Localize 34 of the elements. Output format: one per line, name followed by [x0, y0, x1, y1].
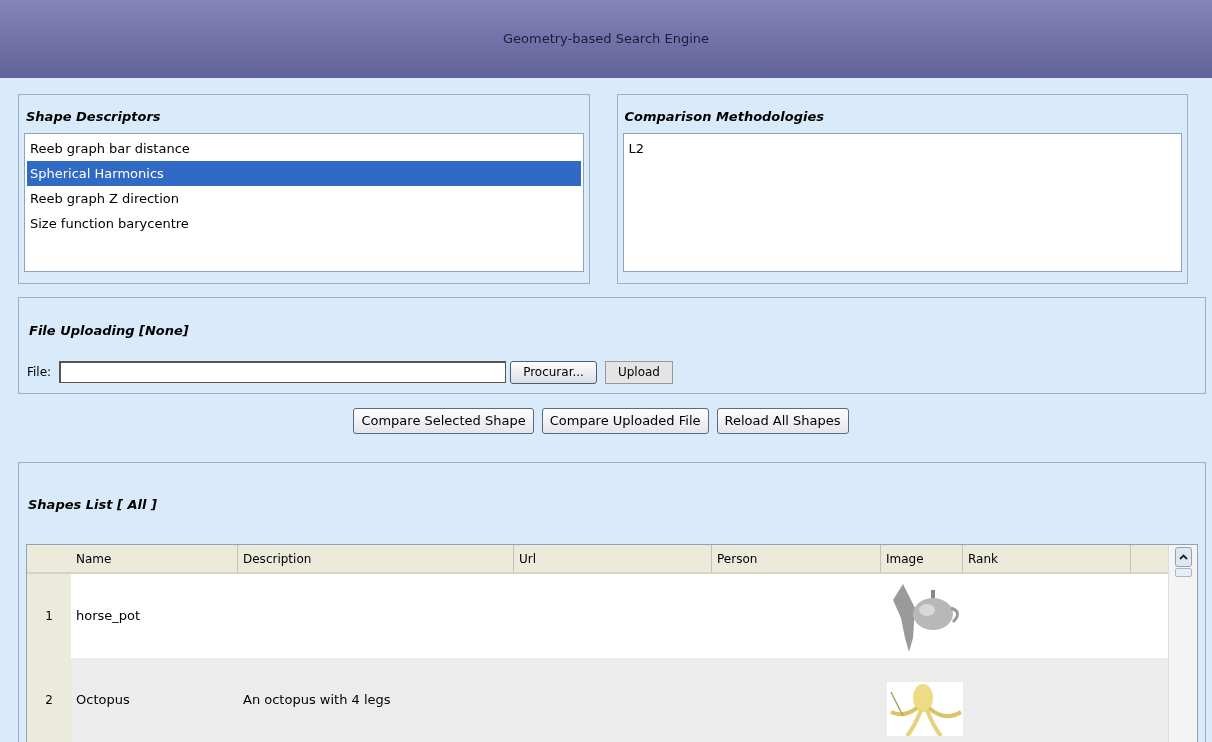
list-item[interactable]: Size function barycentre — [27, 210, 581, 236]
column-header[interactable]: Image — [881, 545, 963, 572]
table-cell-text: horse_pot — [75, 607, 142, 626]
scroll-thumb[interactable] — [1174, 568, 1192, 577]
action-button[interactable]: Reload All Shapes — [716, 407, 849, 434]
list-item[interactable]: Reeb graph Z direction — [27, 185, 581, 211]
action-button[interactable]: Compare Selected Shape — [353, 407, 534, 434]
panel-title: Shape Descriptors — [26, 108, 162, 126]
table-cell-text: An octopus with 4 legs — [242, 691, 392, 710]
field-label: File: — [27, 364, 52, 381]
scrollbar[interactable] — [1168, 545, 1197, 742]
page-title: Geometry-based Search Engine — [503, 30, 709, 49]
scroll-up-button[interactable] — [1174, 547, 1192, 567]
panel-title: Comparison Methodologies — [624, 108, 825, 126]
row-number: 2 — [27, 658, 71, 742]
column-header[interactable]: Description — [238, 545, 514, 572]
browse-button[interactable]: Procurar... — [510, 360, 597, 384]
row-number: 1 — [27, 574, 71, 658]
list-item[interactable]: L2 — [625, 135, 1179, 161]
table-cell-text: Octopus — [75, 691, 131, 710]
upload-button[interactable]: Upload — [604, 360, 673, 384]
column-header[interactable]: Rank — [963, 545, 1131, 572]
caret-up-icon — [1178, 554, 1188, 560]
column-header[interactable]: Name — [71, 545, 238, 572]
list-item[interactable]: Spherical Harmonics — [27, 160, 581, 186]
list-box[interactable]: L2 — [622, 132, 1182, 272]
panel-title: Shapes List [ All ] — [28, 495, 158, 514]
panel-title: File Uploading [None] — [29, 322, 190, 340]
file-input-field[interactable] — [59, 361, 507, 383]
column-header[interactable]: Url — [514, 545, 712, 572]
list-item[interactable]: Reeb graph bar distance — [27, 135, 581, 161]
action-button[interactable]: Compare Uploaded File — [541, 407, 709, 434]
list-box[interactable]: Reeb graph bar distance Spherical Harmonics Reeb graph Z direction Size function barycentre — [24, 132, 584, 272]
column-header[interactable]: Person — [712, 545, 881, 572]
